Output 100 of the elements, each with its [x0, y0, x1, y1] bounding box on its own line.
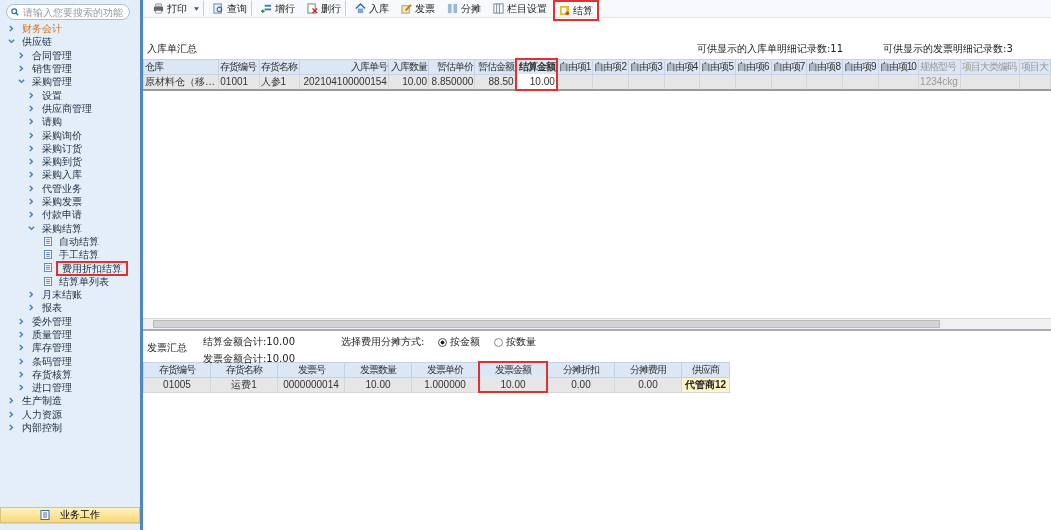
chevron-right-icon[interactable]: [28, 158, 35, 166]
toolbar-button[interactable]: 删行: [301, 0, 346, 17]
tree-item[interactable]: 采购结算: [39, 221, 85, 235]
column-header[interactable]: 存货编号: [143, 362, 211, 377]
tree-item[interactable]: 库存管理: [29, 341, 75, 355]
chevron-right-icon[interactable]: [18, 51, 25, 59]
chevron-down-icon[interactable]: [28, 224, 35, 232]
tree-item[interactable]: 付款申请: [39, 208, 85, 222]
business-work-button[interactable]: 业务工作: [0, 507, 140, 523]
column-header[interactable]: 入库单号: [299, 59, 389, 74]
chevron-right-icon[interactable]: [28, 291, 35, 299]
search-field[interactable]: 请输入您要搜索的功能: [6, 4, 130, 20]
tree-item[interactable]: 条码管理: [29, 354, 75, 368]
tree-item[interactable]: 手工结算: [56, 248, 102, 262]
toolbar-button[interactable]: 增行: [255, 0, 301, 17]
column-header[interactable]: 自由项5: [699, 59, 736, 74]
tree-item[interactable]: 采购询价: [39, 128, 85, 142]
chevron-right-icon[interactable]: [28, 171, 35, 179]
chevron-right-icon[interactable]: [18, 384, 25, 392]
column-header[interactable]: 暂估金额: [474, 59, 516, 74]
tree-item[interactable]: 采购管理: [29, 75, 75, 89]
column-header[interactable]: 发票单价: [411, 362, 479, 377]
column-header[interactable]: 仓库: [143, 59, 219, 74]
chevron-right-icon[interactable]: [28, 91, 35, 99]
tree-item[interactable]: 供应商管理: [39, 101, 95, 115]
chevron-right-icon[interactable]: [28, 144, 35, 152]
tree-item[interactable]: 自动结算: [56, 234, 102, 248]
column-header[interactable]: 自由项6: [735, 59, 772, 74]
column-header[interactable]: 自由项9: [842, 59, 879, 74]
toolbar-button[interactable]: 栏目设置: [487, 0, 553, 17]
column-header[interactable]: 自由项3: [628, 59, 665, 74]
column-header[interactable]: 暂估单价: [428, 59, 475, 74]
chevron-right-icon[interactable]: [18, 317, 25, 325]
chevron-down-icon[interactable]: [18, 78, 25, 86]
column-header[interactable]: 分摊费用: [614, 362, 682, 377]
toolbar-button[interactable]: 查询: [207, 0, 252, 17]
toolbar-button[interactable]: 入库: [349, 0, 395, 17]
tree-item[interactable]: 设置: [39, 88, 65, 102]
tree-item[interactable]: 委外管理: [29, 314, 75, 328]
chevron-down-icon[interactable]: [8, 38, 15, 46]
tree-item[interactable]: 报表: [39, 301, 65, 315]
column-header[interactable]: 入库数量: [388, 59, 429, 74]
amount-input[interactable]: 10.00: [515, 74, 557, 90]
tree-item[interactable]: 存货核算: [29, 367, 75, 381]
tree-item[interactable]: 内部控制: [19, 421, 65, 435]
tree-item[interactable]: 供应链: [19, 35, 55, 49]
toolbar-button[interactable]: 发票: [395, 0, 441, 17]
column-header[interactable]: 结算金额: [515, 59, 557, 74]
allocation-radio[interactable]: 按金额: [438, 335, 481, 349]
chevron-right-icon[interactable]: [28, 131, 35, 139]
column-header[interactable]: 发票号: [277, 362, 345, 377]
tree-item[interactable]: 质量管理: [29, 327, 75, 341]
column-header[interactable]: 发票金额: [479, 362, 547, 377]
column-header[interactable]: 自由项7: [771, 59, 807, 74]
tree-item[interactable]: 生产制造: [19, 394, 65, 408]
chevron-right-icon[interactable]: [18, 65, 25, 73]
chevron-right-icon[interactable]: [28, 184, 35, 192]
tree-item[interactable]: 代管业务: [39, 181, 85, 195]
column-header[interactable]: 存货名称: [259, 59, 300, 74]
column-header[interactable]: 自由项4: [664, 59, 700, 74]
chevron-right-icon[interactable]: [8, 424, 15, 432]
column-header[interactable]: 供应商: [681, 362, 730, 377]
column-header[interactable]: 分摊折扣: [547, 362, 615, 377]
column-header[interactable]: 自由项2: [593, 59, 629, 74]
radio-icon[interactable]: [438, 337, 448, 347]
tree-item[interactable]: 月末结账: [39, 288, 85, 302]
column-header[interactable]: 自由项1: [556, 59, 593, 74]
chevron-right-icon[interactable]: [8, 410, 15, 418]
toolbar-button[interactable]: 结算: [553, 0, 599, 21]
radio-icon[interactable]: [494, 337, 504, 347]
chevron-right-icon[interactable]: [18, 330, 25, 338]
chevron-right-icon[interactable]: [18, 370, 25, 378]
tree-item[interactable]: 进口管理: [29, 381, 75, 395]
chevron-right-icon[interactable]: [28, 118, 35, 126]
column-header[interactable]: 发票数量: [344, 362, 412, 377]
tree-item[interactable]: 结算单列表: [56, 274, 112, 288]
chevron-right-icon[interactable]: [28, 304, 35, 312]
horizontal-scrollbar[interactable]: [143, 318, 1051, 329]
tree-item[interactable]: 销售管理: [29, 62, 75, 76]
chevron-right-icon[interactable]: [28, 198, 35, 205]
chevron-right-icon[interactable]: [18, 344, 25, 352]
tree-item[interactable]: 采购订货: [39, 141, 85, 155]
chevron-right-icon[interactable]: [28, 104, 35, 112]
column-header[interactable]: 存货编号: [218, 59, 260, 74]
tree-item[interactable]: 人力资源: [19, 407, 65, 421]
column-header[interactable]: 自由项8: [806, 59, 843, 74]
chevron-right-icon[interactable]: [18, 357, 25, 365]
chevron-right-icon[interactable]: [28, 211, 35, 219]
chevron-right-icon[interactable]: [8, 25, 15, 33]
column-header[interactable]: 自由项10: [878, 59, 919, 74]
toolbar-button[interactable]: 分摊: [441, 0, 487, 17]
tree-item[interactable]: 请购: [39, 115, 65, 129]
allocation-radio[interactable]: 按数量: [494, 335, 537, 349]
tree-item[interactable]: 采购到货: [39, 155, 85, 169]
tree-item[interactable]: 采购入库: [39, 168, 85, 182]
tree-item[interactable]: 合同管理: [29, 48, 75, 62]
toolbar-button[interactable]: 打印: [147, 0, 204, 17]
tree-item[interactable]: 采购发票: [39, 195, 85, 208]
tree-item[interactable]: 费用折扣结算: [56, 260, 128, 276]
chevron-right-icon[interactable]: [8, 397, 15, 405]
